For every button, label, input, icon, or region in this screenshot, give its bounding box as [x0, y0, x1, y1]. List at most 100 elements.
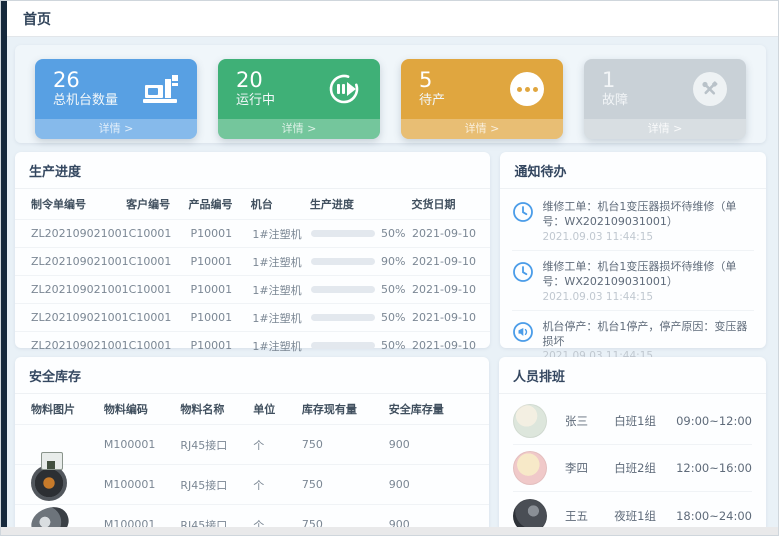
running-label: 运行中 [236, 92, 324, 110]
waiting-value: 5 [419, 68, 507, 92]
table-row: M100001 RJ45接口 个 750 900 [15, 424, 489, 464]
stat-card-fault[interactable]: 1 故障 [584, 59, 746, 139]
table-row: M100001 RJ45接口 个 750 900 [15, 464, 489, 504]
progress-cell: 50% [311, 227, 412, 240]
progress-bar [311, 342, 375, 349]
safety-qty: 900 [389, 478, 479, 491]
running-value: 20 [236, 68, 324, 92]
window-bottom-edge [1, 527, 779, 535]
staff-time: 18:00~24:00 [676, 509, 752, 523]
col-order-no: 制令单编号 [31, 196, 126, 212]
production-table: 制令单编号 客户编号 产品编号 机台 生产进度 交货日期 ZL202109021… [15, 189, 490, 359]
customer-no: C10001 [129, 339, 191, 352]
machine-name: 1#注塑机 [252, 282, 311, 298]
material-name: RJ45接口 [180, 437, 253, 453]
order-no: ZL202109021001 [31, 227, 129, 240]
list-item[interactable]: 维修工单：机台1变压器损坏待维修（单号：WX202109031001） 2021… [512, 251, 754, 311]
total-machines-value: 26 [53, 68, 141, 92]
safety-stock-panel: 安全库存 物料图片 物料编码 物料名称 单位 库存现有量 安全库存量 M1000… [15, 357, 489, 533]
running-icon [324, 69, 364, 109]
delivery-date: 2021-09-10 [412, 227, 480, 240]
col-customer: 客户编号 [126, 196, 188, 212]
material-code: M100001 [104, 438, 180, 451]
col-machine: 机台 [251, 196, 310, 212]
main-content: 26 总机台数量 详情 > [7, 37, 778, 527]
running-detail-link[interactable]: 详情 > [218, 119, 380, 139]
product-no: P10001 [191, 255, 253, 268]
dashboard-window: 首页 26 总机台数量 [0, 0, 779, 536]
col-stock-qty: 库存现有量 [302, 401, 389, 417]
avatar [513, 404, 547, 438]
machine-name: 1#注塑机 [252, 226, 311, 242]
staff-schedule-panel: 人员排班 张三 白班1组 09:00~12:00 李四 白班2组 12:00~1… [499, 357, 766, 533]
waiting-detail-link[interactable]: 详情 > [401, 119, 563, 139]
staff-schedule-title: 人员排班 [499, 357, 766, 394]
progress-bar [311, 258, 375, 265]
staff-name: 张三 [565, 413, 614, 429]
table-row: ZL202109021001 C10001 P10001 1#注塑机 50% 2… [15, 303, 490, 331]
progress-label: 50% [381, 227, 405, 240]
progress-bar [311, 314, 375, 321]
list-item: 李四 白班2组 12:00~16:00 [513, 445, 752, 492]
product-no: P10001 [191, 339, 253, 352]
total-machines-detail-link[interactable]: 详情 > [35, 119, 197, 139]
order-no: ZL202109021001 [31, 283, 129, 296]
staff-name: 李四 [565, 460, 614, 476]
card-body: 26 总机台数量 [35, 59, 197, 119]
order-no: ZL202109021001 [31, 339, 129, 352]
notifications-title: 通知待办 [500, 152, 766, 189]
staff-shift: 白班1组 [614, 413, 676, 429]
progress-cell: 50% [311, 339, 412, 352]
production-progress-panel: 生产进度 制令单编号 客户编号 产品编号 机台 生产进度 交货日期 ZL2021… [15, 152, 490, 348]
safety-stock-table: 物料图片 物料编码 物料名称 单位 库存现有量 安全库存量 M100001 RJ… [15, 394, 489, 536]
stock-qty: 750 [302, 478, 389, 491]
repair-tools-icon [690, 69, 730, 109]
customer-no: C10001 [129, 283, 191, 296]
col-product: 产品编号 [188, 196, 250, 212]
staff-time: 09:00~12:00 [676, 414, 752, 428]
progress-bar [311, 230, 375, 237]
progress-label: 50% [381, 339, 405, 352]
waiting-label: 待产 [419, 92, 507, 110]
col-material-name: 物料名称 [180, 401, 253, 417]
safety-qty: 900 [389, 438, 479, 451]
machine-name: 1#注塑机 [252, 310, 311, 326]
product-no: P10001 [191, 227, 253, 240]
total-machines-label: 总机台数量 [53, 92, 141, 110]
staff-shift: 夜班1组 [614, 508, 676, 524]
staff-shift: 白班2组 [614, 460, 676, 476]
notice-time: 2021.09.03 11:44:15 [542, 291, 754, 303]
avatar [513, 451, 547, 485]
col-unit: 单位 [253, 401, 302, 417]
fault-detail-link[interactable]: 详情 > [584, 119, 746, 139]
customer-no: C10001 [129, 311, 191, 324]
production-table-header: 制令单编号 客户编号 产品编号 机台 生产进度 交货日期 [15, 189, 490, 219]
round-speaker-photo [31, 465, 67, 501]
table-row: ZL202109021001 C10001 P10001 1#注塑机 90% 2… [15, 247, 490, 275]
card-body: 1 故障 [584, 59, 746, 119]
progress-cell: 50% [311, 311, 412, 324]
card-text: 20 运行中 [236, 68, 324, 110]
notice-text: 维修工单：机台1变压器损坏待维修（单号：WX202109031001） [542, 199, 754, 230]
list-item[interactable]: 维修工单：机台1变压器损坏待维修（单号：WX202109031001） 2021… [512, 191, 754, 251]
machine-name: 1#注塑机 [252, 254, 311, 270]
stat-card-waiting[interactable]: 5 待产 详情 > [401, 59, 563, 139]
tab-home[interactable]: 首页 [23, 9, 51, 29]
stat-card-running[interactable]: 20 运行中 详情 > [218, 59, 380, 139]
delivery-date: 2021-09-10 [412, 283, 480, 296]
delivery-date: 2021-09-10 [412, 311, 480, 324]
progress-cell: 50% [311, 283, 412, 296]
product-no: P10001 [191, 283, 253, 296]
ellipsis-icon [507, 69, 547, 109]
staff-time: 12:00~16:00 [676, 461, 752, 475]
col-material-code: 物料编码 [104, 401, 180, 417]
speaker-icon [512, 319, 534, 363]
stat-card-total-machines[interactable]: 26 总机台数量 详情 > [35, 59, 197, 139]
unit: 个 [253, 477, 302, 493]
notice-text: 机台停产：机台1停产，停产原因：变压器损坏 [542, 319, 754, 350]
stat-cards-panel: 26 总机台数量 详情 > [15, 45, 766, 143]
product-no: P10001 [191, 311, 253, 324]
progress-label: 90% [381, 255, 405, 268]
fault-label: 故障 [602, 92, 690, 110]
col-material-image: 物料图片 [31, 401, 104, 417]
